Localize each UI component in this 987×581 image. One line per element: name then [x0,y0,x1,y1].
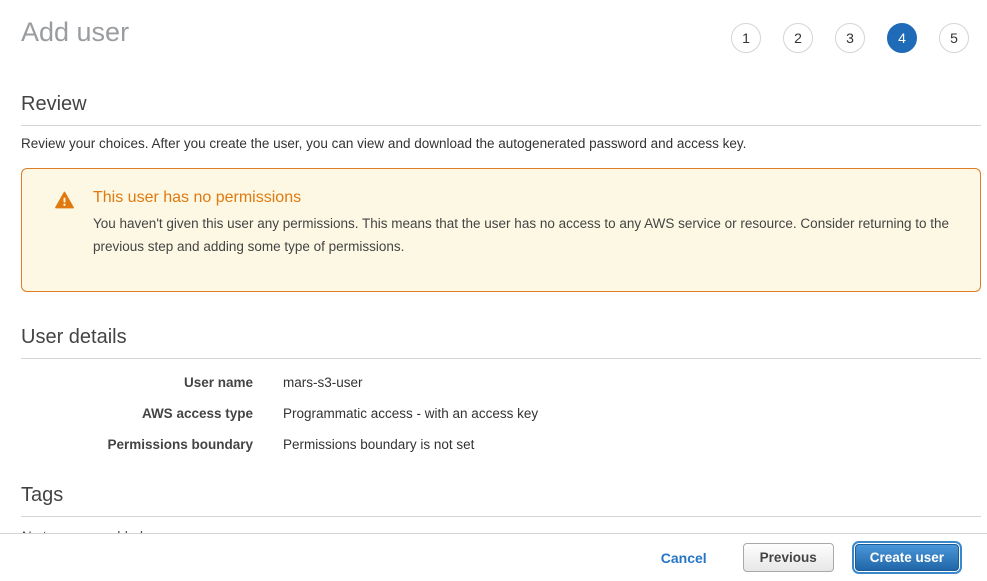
create-user-button-focus-ring: Create user [852,541,962,574]
previous-button[interactable]: Previous [743,543,834,572]
user-details-heading: User details [21,326,981,359]
access-type-label: AWS access type [21,404,253,424]
create-user-button[interactable]: Create user [855,544,959,571]
user-name-value: mars-s3-user [283,373,363,393]
user-details-rows: User name mars-s3-user AWS access type P… [21,373,981,455]
main-content: Review Review your choices. After you cr… [0,93,987,544]
step-indicator: 1 2 3 4 5 [731,23,969,53]
permissions-boundary-label: Permissions boundary [21,435,253,455]
cancel-button[interactable]: Cancel [661,550,707,566]
no-permissions-warning: This user has no permissions You haven't… [21,168,981,292]
warning-text: This user has no permissions You haven't… [93,189,951,258]
table-row: AWS access type Programmatic access - wi… [21,404,981,424]
step-indicator-1[interactable]: 1 [731,23,761,53]
permissions-boundary-value: Permissions boundary is not set [283,435,474,455]
page-title: Add user [21,16,129,48]
step-indicator-4[interactable]: 4 [887,23,917,53]
warning-title: This user has no permissions [93,189,951,207]
user-details-section: User details User name mars-s3-user AWS … [21,326,981,455]
review-description: Review your choices. After you create th… [21,136,981,151]
review-section: Review Review your choices. After you cr… [21,93,981,292]
warning-triangle-icon [55,191,74,209]
access-type-value: Programmatic access - with an access key [283,404,538,424]
step-indicator-3[interactable]: 3 [835,23,865,53]
table-row: User name mars-s3-user [21,373,981,393]
review-heading: Review [21,93,981,126]
table-row: Permissions boundary Permissions boundar… [21,435,981,455]
tags-heading: Tags [21,484,981,517]
warning-body: You haven't given this user any permissi… [93,212,951,258]
step-indicator-5[interactable]: 5 [939,23,969,53]
step-indicator-2[interactable]: 2 [783,23,813,53]
user-name-label: User name [21,373,253,393]
wizard-header: Add user 1 2 3 4 5 [0,0,987,53]
wizard-footer: Cancel Previous Create user [0,533,987,581]
